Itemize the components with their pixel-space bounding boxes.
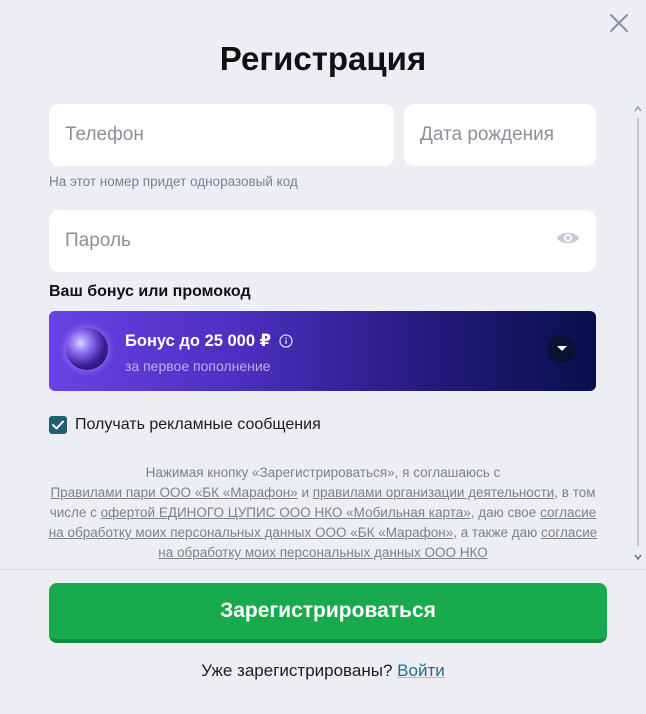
eye-icon[interactable] — [556, 230, 580, 252]
close-icon — [610, 14, 628, 32]
scroll-down-icon[interactable] — [634, 552, 642, 562]
scrollbar[interactable] — [634, 104, 642, 562]
bonus-title: Бонус до 25 000 ₽ — [125, 332, 272, 350]
footer-divider — [0, 569, 646, 570]
legal-give: , даю свое — [470, 505, 541, 520]
info-icon[interactable] — [279, 334, 293, 348]
registration-modal: Регистрация Телефон Дата рождения На это… — [0, 0, 646, 714]
password-placeholder: Пароль — [65, 230, 131, 251]
phone-hint: На этот номер придет одноразовый код — [49, 174, 298, 189]
bonus-label: Ваш бонус или промокод — [49, 283, 251, 300]
legal-text: Нажимая кнопку «Зарегистрироваться», я с… — [44, 463, 602, 563]
cupis-offer-link[interactable]: офертой ЕДИНОГО ЦУПИС ООО НКО «Мобильная… — [101, 505, 471, 520]
birthdate-placeholder: Дата рождения — [420, 124, 555, 145]
register-button[interactable]: Зарегистрироваться — [49, 583, 607, 643]
modal-title: Регистрация — [219, 40, 427, 77]
login-row: Уже зарегистрированы? Войти — [0, 661, 646, 681]
scroll-up-icon[interactable] — [634, 104, 642, 114]
checkmark-icon — [52, 420, 64, 430]
chevron-down-icon — [557, 346, 567, 351]
ads-consent-row[interactable]: Получать рекламные сообщения — [49, 416, 321, 434]
ads-consent-label: Получать рекламные сообщения — [75, 416, 321, 433]
ads-consent-checkbox[interactable] — [49, 416, 67, 434]
already-registered-text: Уже зарегистрированы? — [201, 661, 393, 680]
bonus-subtitle: за первое пополнение — [125, 358, 271, 374]
legal-intro: Нажимая кнопку «Зарегистрироваться», я с… — [145, 465, 501, 480]
bonus-selector[interactable]: Бонус до 25 000 ₽ за первое пополнение — [49, 311, 596, 391]
birthdate-input[interactable]: Дата рождения — [404, 104, 596, 166]
bonus-dropdown-button[interactable] — [548, 335, 576, 363]
bonus-orb-icon — [66, 328, 108, 370]
scroll-thumb[interactable] — [637, 118, 639, 546]
betting-rules-link[interactable]: Правилами пари ООО «БК «Марафон» — [50, 485, 297, 500]
phone-placeholder: Телефон — [65, 124, 144, 145]
legal-also: , а также даю — [453, 525, 542, 540]
bonus-title-row: Бонус до 25 000 ₽ — [125, 331, 293, 351]
close-button[interactable] — [606, 10, 632, 36]
legal-and: и — [297, 485, 313, 500]
org-rules-link[interactable]: правилами организации деятельности — [313, 485, 555, 500]
login-link[interactable]: Войти — [397, 661, 445, 680]
phone-input[interactable]: Телефон — [49, 104, 394, 166]
password-input[interactable]: Пароль — [49, 210, 596, 272]
